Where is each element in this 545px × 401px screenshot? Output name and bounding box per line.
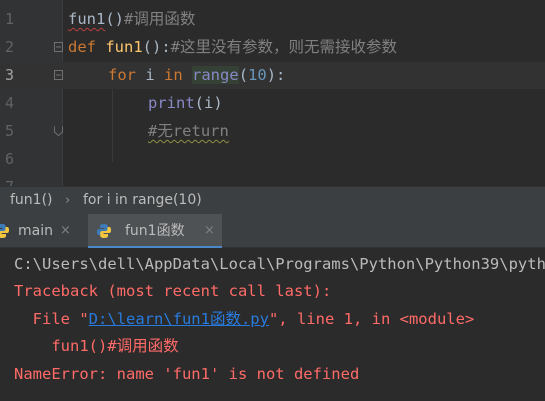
console-traceback-header: Traceback (most recent call last): <box>14 282 332 300</box>
console-source-line: fun1()#调用函数 <box>14 337 179 355</box>
tab-fun1-label: fun1函数 <box>125 223 185 239</box>
number-literal: 10 <box>248 66 267 84</box>
line-number: 6 <box>4 150 14 168</box>
run-tab-bar: main × fun1函数 × <box>0 214 545 249</box>
fold-collapse-icon[interactable] <box>54 70 63 80</box>
code-text[interactable]: print(i) <box>148 90 223 117</box>
tab-main-label: main <box>18 223 53 239</box>
fold-end-icon[interactable] <box>54 126 63 136</box>
def-keyword: def <box>68 38 96 56</box>
tab-fun1[interactable]: fun1函数 × <box>88 214 222 249</box>
breadcrumb-item-loop[interactable]: for i in range(10) <box>83 187 202 214</box>
print-builtin: print <box>148 94 195 112</box>
current-code-line[interactable]: 3 for i in range(10): <box>0 62 545 89</box>
comment-text: #无return <box>148 122 229 140</box>
console-command-line: C:\Users\dell\AppData\Local\Programs\Pyt… <box>14 255 545 273</box>
print-args: (i) <box>194 94 223 112</box>
call-fun1: fun1 <box>68 10 106 28</box>
function-name: fun1 <box>105 38 143 56</box>
open-paren: ( <box>238 66 249 84</box>
code-line[interactable]: 7 <box>0 174 545 186</box>
line-number: 2 <box>4 38 14 56</box>
python-icon <box>0 223 10 239</box>
for-keyword: for <box>108 66 136 84</box>
breadcrumb-item-function[interactable]: fun1() <box>10 187 53 214</box>
code-text[interactable]: fun1()#调用函数 <box>68 6 195 33</box>
code-line[interactable]: 5 #无return <box>0 118 545 145</box>
loop-variable: i <box>136 66 164 84</box>
line-number: 5 <box>4 122 14 140</box>
close-icon[interactable]: × <box>60 214 71 248</box>
line-number: 3 <box>4 66 14 84</box>
code-text[interactable]: #无return <box>148 118 229 145</box>
file-suffix: ", line 1, in <module> <box>268 310 475 328</box>
code-editor[interactable]: 1 fun1()#调用函数 2 def fun1():#这里没有参数，则无需接收… <box>0 0 545 186</box>
source-file-link[interactable]: D:\learn\fun1函数.py <box>89 310 269 328</box>
code-text[interactable]: def fun1():#这里没有参数，则无需接收参数 <box>68 34 397 61</box>
close-icon[interactable]: × <box>204 214 215 248</box>
code-line[interactable]: 6 <box>0 146 545 173</box>
fold-collapse-icon[interactable] <box>54 42 63 52</box>
chevron-right-icon: › <box>65 193 71 208</box>
code-line[interactable]: 4 print(i) <box>0 90 545 117</box>
line-number: 7 <box>0 174 14 186</box>
in-keyword: in <box>164 66 183 84</box>
comment-text: #这里没有参数，则无需接收参数 <box>170 38 398 56</box>
tab-main[interactable]: main × <box>0 214 82 248</box>
def-parens: (): <box>142 38 171 56</box>
comment-text: #调用函数 <box>124 10 196 28</box>
range-builtin: range <box>192 66 239 84</box>
breadcrumb: fun1() › for i in range(10) <box>0 186 545 214</box>
call-parens: () <box>105 10 124 28</box>
run-console[interactable]: C:\Users\dell\AppData\Local\Programs\Pyt… <box>0 248 545 401</box>
python-icon <box>96 223 112 239</box>
line-number: 4 <box>4 94 14 112</box>
file-prefix: File " <box>14 310 89 328</box>
close-paren: ): <box>266 66 286 84</box>
console-file-line: File "D:\learn\fun1函数.py", line 1, in <m… <box>14 305 475 333</box>
code-line[interactable]: 1 fun1()#调用函数 <box>0 6 545 33</box>
code-line[interactable]: 2 def fun1():#这里没有参数，则无需接收参数 <box>0 34 545 61</box>
line-number: 1 <box>4 10 14 28</box>
console-error-message: NameError: name 'fun1' is not defined <box>14 365 360 383</box>
code-text[interactable]: for i in range(10): <box>108 62 285 89</box>
